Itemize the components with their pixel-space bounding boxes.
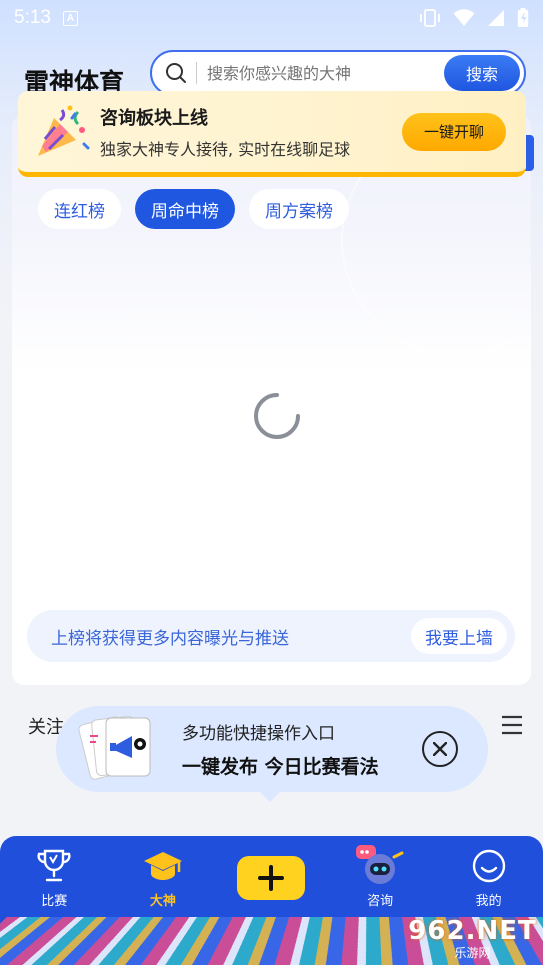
- banner-text: 咨询板块上线 独家大神专人接待, 实时在线聊足球: [100, 104, 402, 160]
- graduation-cap-icon: [142, 846, 184, 886]
- tab-weekly-plan-ranking[interactable]: 周方案榜: [249, 189, 349, 229]
- banner-title: 咨询板块上线: [100, 107, 208, 129]
- tooltip-line2: 一键发布 今日比赛看法: [182, 756, 379, 778]
- signal-icon: [488, 10, 504, 26]
- watermark-main: 962.NET: [408, 915, 537, 946]
- tooltip-arrow: [258, 790, 282, 802]
- nav-label-consult: 咨询: [367, 894, 394, 909]
- nav-item-master[interactable]: 大神: [109, 846, 218, 909]
- notification-a-icon: A: [62, 10, 78, 26]
- nav-label-master: 大神: [149, 894, 176, 909]
- close-icon[interactable]: [422, 731, 458, 767]
- tooltip-text: 多功能快捷操作入口 一键发布 今日比赛看法: [182, 719, 422, 779]
- status-bar: 5:13 A: [0, 0, 543, 36]
- promo-bar: 上榜将获得更多内容曝光与推送 我要上墙: [27, 610, 515, 662]
- banner-subtitle: 独家大神专人接待, 实时在线聊足球: [100, 139, 351, 159]
- search-input[interactable]: [207, 63, 444, 83]
- watermark-sub: 乐游网: [454, 945, 491, 960]
- search-icon: [156, 62, 196, 84]
- start-chat-button[interactable]: 一键开聊: [402, 112, 506, 151]
- plus-icon[interactable]: [237, 856, 306, 900]
- search-divider: [196, 62, 197, 84]
- nav-item-mine[interactable]: 我的: [434, 846, 543, 909]
- nav-items: 比赛 大神 咨询 我的: [0, 845, 543, 909]
- consult-banner[interactable]: 咨询板块上线 独家大神专人接待, 实时在线聊足球 一键开聊: [18, 91, 526, 177]
- robot-chat-icon: [354, 845, 406, 886]
- trophy-icon: [34, 846, 74, 886]
- search-button[interactable]: 搜索: [444, 55, 520, 91]
- quick-action-tooltip: 多功能快捷操作入口 一键发布 今日比赛看法: [56, 706, 488, 792]
- party-popper-icon: [38, 105, 90, 156]
- vibrate-icon: [420, 9, 440, 27]
- nav-item-post[interactable]: [217, 846, 326, 909]
- search-box[interactable]: 搜索: [150, 50, 526, 96]
- wifi-icon: [453, 9, 475, 26]
- nav-item-consult[interactable]: 咨询: [326, 845, 435, 909]
- menu-icon[interactable]: [500, 713, 524, 737]
- battery-icon: [517, 8, 529, 27]
- join-wall-button[interactable]: 我要上墙: [411, 618, 507, 654]
- nav-label-mine: 我的: [475, 894, 502, 909]
- cards-megaphone-icon: [56, 706, 166, 792]
- tab-weekly-hit-ranking[interactable]: 周命中榜: [135, 189, 235, 229]
- smile-icon: [471, 846, 507, 886]
- nav-label-match: 比赛: [41, 894, 68, 909]
- leaderboard-tabs: 连红榜 周命中榜 周方案榜: [38, 189, 349, 229]
- loading-spinner-icon: [254, 393, 300, 439]
- promo-text: 上榜将获得更多内容曝光与推送: [51, 628, 289, 649]
- watermark: 962.NET 乐游网: [402, 914, 543, 962]
- tooltip-line1: 多功能快捷操作入口: [182, 724, 335, 744]
- status-icons: [419, 8, 529, 28]
- tab-streak-ranking[interactable]: 连红榜: [38, 189, 121, 229]
- nav-item-match[interactable]: 比赛: [0, 846, 109, 909]
- status-time: 5:13: [14, 7, 51, 28]
